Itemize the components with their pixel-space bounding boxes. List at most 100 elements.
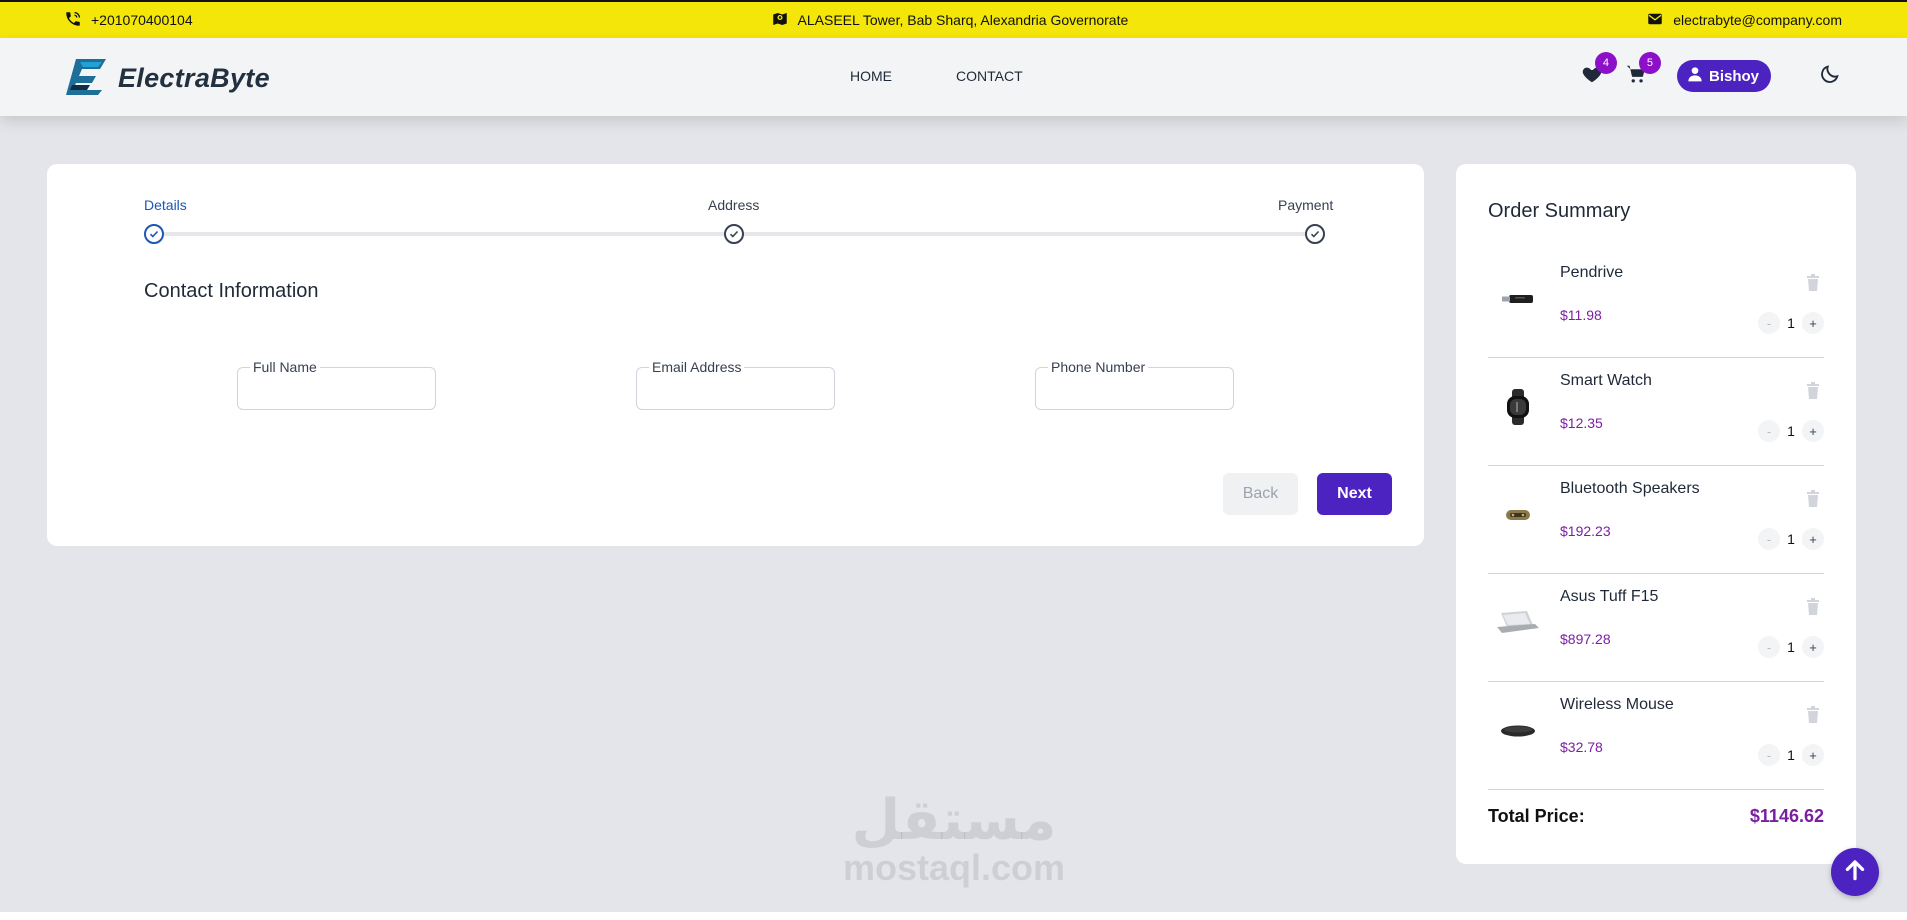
cart-button[interactable]: 5 xyxy=(1625,52,1661,87)
increase-quantity-button[interactable]: + xyxy=(1802,744,1824,766)
wishlist-button[interactable]: 4 xyxy=(1581,52,1617,87)
email-address: electrabyte@company.com xyxy=(1673,12,1842,28)
trash-icon[interactable] xyxy=(1806,490,1820,507)
decrease-quantity-button[interactable]: - xyxy=(1758,312,1780,334)
item-name: Asus Tuff F15 xyxy=(1560,588,1659,605)
mouse-thumbnail xyxy=(1488,700,1548,762)
item-name: Wireless Mouse xyxy=(1560,696,1674,713)
wishlist-count-badge: 4 xyxy=(1594,52,1617,74)
phone-icon xyxy=(64,10,82,31)
decrease-quantity-button[interactable]: - xyxy=(1758,744,1780,766)
trash-icon[interactable] xyxy=(1806,706,1820,723)
scroll-to-top-button[interactable] xyxy=(1831,848,1879,896)
order-summary-panel: Order Summary Pendrive $11.98 - 1 + Smar… xyxy=(1456,164,1856,864)
brand-logo[interactable]: ElectraByte xyxy=(66,57,270,100)
nav-links: HOME CONTACT xyxy=(850,68,1023,84)
trash-icon[interactable] xyxy=(1806,274,1820,291)
decrease-quantity-button[interactable]: - xyxy=(1758,420,1780,442)
email-address-label: Email Address xyxy=(649,359,745,375)
quantity-stepper: - 1 + xyxy=(1758,528,1824,550)
list-item: Smart Watch $12.35 - 1 + xyxy=(1488,358,1824,466)
map-location-icon xyxy=(771,10,789,31)
full-name-field: Full Name xyxy=(237,359,436,410)
step-label-payment: Payment xyxy=(1278,197,1334,213)
theme-toggle-button[interactable] xyxy=(1819,63,1841,90)
increase-quantity-button[interactable]: + xyxy=(1802,636,1824,658)
next-button[interactable]: Next xyxy=(1317,473,1392,515)
quantity-value: 1 xyxy=(1787,531,1795,547)
quantity-value: 1 xyxy=(1787,747,1795,763)
quantity-stepper: - 1 + xyxy=(1758,312,1824,334)
check-icon xyxy=(1310,230,1320,238)
cart-items-list: Pendrive $11.98 - 1 + Smart Watch $12.35… xyxy=(1488,250,1824,790)
item-price: $897.28 xyxy=(1560,631,1611,647)
electrabyte-logo-icon xyxy=(66,57,110,100)
decrease-quantity-button[interactable]: - xyxy=(1758,636,1780,658)
step-label-details: Details xyxy=(144,197,187,213)
check-icon xyxy=(729,230,739,238)
decrease-quantity-button[interactable]: - xyxy=(1758,528,1780,550)
list-item: Asus Tuff F15 $897.28 - 1 + xyxy=(1488,574,1824,682)
watermark-latin-text: mostaql.com xyxy=(842,847,1066,888)
trash-icon[interactable] xyxy=(1806,382,1820,399)
total-price-value: $1146.62 xyxy=(1749,806,1824,826)
phone-number: +201070400104 xyxy=(91,12,193,28)
quantity-stepper: - 1 + xyxy=(1758,420,1824,442)
item-price: $192.23 xyxy=(1560,523,1611,539)
item-name: Bluetooth Speakers xyxy=(1560,480,1700,497)
email-address-field: Email Address xyxy=(636,359,835,410)
speaker-thumbnail xyxy=(1488,484,1548,546)
list-item: Bluetooth Speakers $192.23 - 1 + xyxy=(1488,466,1824,574)
increase-quantity-button[interactable]: + xyxy=(1802,312,1824,334)
user-icon xyxy=(1687,66,1703,86)
cart-count-badge: 5 xyxy=(1638,52,1661,74)
step-details-marker[interactable] xyxy=(144,224,164,244)
total-price-label: Total Price: xyxy=(1488,806,1585,826)
smartwatch-thumbnail xyxy=(1488,376,1548,438)
item-price: $11.98 xyxy=(1560,307,1602,323)
nav-link-home[interactable]: HOME xyxy=(850,68,892,84)
increase-quantity-button[interactable]: + xyxy=(1802,420,1824,442)
back-button[interactable]: Back xyxy=(1223,473,1298,515)
brand-name: ElectraByte xyxy=(118,63,270,93)
address-info: ALASEEL Tower, Bab Sharq, Alexandria Gov… xyxy=(771,10,1129,31)
user-menu-button[interactable]: Bishoy xyxy=(1676,60,1771,92)
top-info-bar: +201070400104 ALASEEL Tower, Bab Sharq, … xyxy=(0,2,1907,38)
item-name: Pendrive xyxy=(1560,264,1624,281)
nav-link-contact[interactable]: CONTACT xyxy=(956,68,1023,84)
laptop-thumbnail xyxy=(1488,592,1548,654)
trash-icon[interactable] xyxy=(1806,598,1820,615)
address-text: ALASEEL Tower, Bab Sharq, Alexandria Gov… xyxy=(797,12,1129,28)
moon-icon xyxy=(1819,64,1841,89)
quantity-value: 1 xyxy=(1787,315,1795,331)
step-address-marker[interactable] xyxy=(724,224,744,244)
checkout-stepper: Details Address Payment xyxy=(144,164,1333,264)
order-summary-title: Order Summary xyxy=(1488,200,1631,222)
quantity-stepper: - 1 + xyxy=(1758,744,1824,766)
increase-quantity-button[interactable]: + xyxy=(1802,528,1824,550)
list-item: Wireless Mouse $32.78 - 1 + xyxy=(1488,682,1824,790)
contact-information-title: Contact Information xyxy=(144,280,319,302)
arrow-up-icon xyxy=(1842,857,1868,888)
item-price: $12.35 xyxy=(1560,415,1603,431)
pendrive-thumbnail xyxy=(1488,268,1548,330)
list-item: Pendrive $11.98 - 1 + xyxy=(1488,250,1824,358)
main-navbar: ElectraByte HOME CONTACT 4 5 Bishoy xyxy=(0,38,1907,116)
checkout-card: Details Address Payment Contact Informat… xyxy=(47,164,1424,546)
window-bottom-border xyxy=(0,912,1907,920)
quantity-stepper: - 1 + xyxy=(1758,636,1824,658)
watermark-arabic-text: مستقل xyxy=(851,788,1057,853)
quantity-value: 1 xyxy=(1787,423,1795,439)
phone-info[interactable]: +201070400104 xyxy=(64,10,193,31)
envelope-icon xyxy=(1646,10,1664,31)
quantity-value: 1 xyxy=(1787,639,1795,655)
email-info[interactable]: electrabyte@company.com xyxy=(1646,10,1842,31)
step-label-address: Address xyxy=(708,197,760,213)
check-icon xyxy=(149,230,159,238)
step-payment-marker[interactable] xyxy=(1305,224,1325,244)
user-name: Bishoy xyxy=(1708,67,1759,85)
item-name: Smart Watch xyxy=(1560,372,1652,389)
full-name-label: Full Name xyxy=(250,359,320,375)
phone-number-label: Phone Number xyxy=(1048,359,1149,375)
mostaql-watermark: مستقل mostaql.com xyxy=(838,792,1070,886)
